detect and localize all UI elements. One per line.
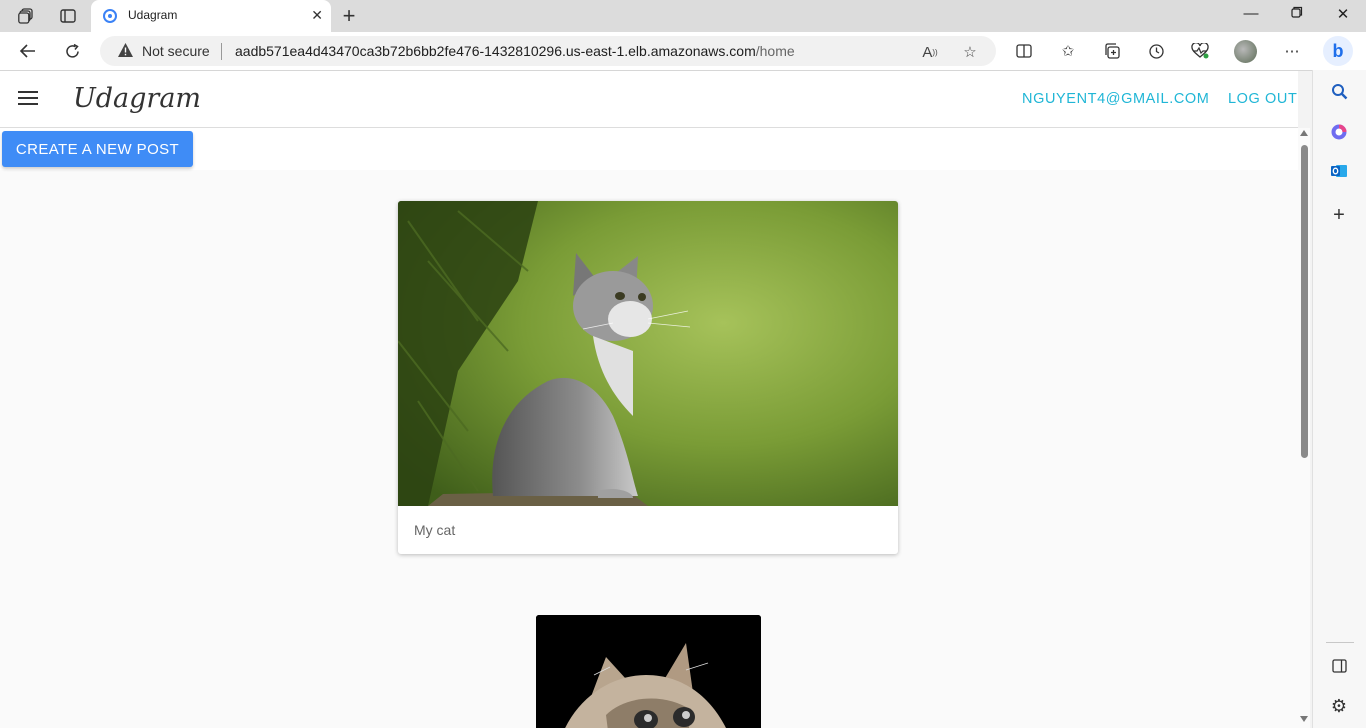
- avatar[interactable]: [1234, 40, 1257, 63]
- add-icon[interactable]: +: [1328, 204, 1350, 226]
- star-icon[interactable]: ☆: [960, 42, 980, 62]
- split-screen-icon[interactable]: [1013, 40, 1035, 62]
- post-caption: My cat: [414, 522, 456, 538]
- history-icon[interactable]: [1145, 40, 1167, 62]
- user-email-link[interactable]: NGUYENT4@GMAIL.COM: [1022, 91, 1209, 107]
- sidebar-panel-icon[interactable]: [1328, 655, 1350, 677]
- restore-icon[interactable]: [1287, 5, 1307, 22]
- udagram-favicon-icon: [103, 9, 117, 23]
- post-card: [536, 615, 761, 728]
- scroll-up-icon[interactable]: [1300, 130, 1308, 136]
- scroll-down-icon[interactable]: [1300, 716, 1308, 722]
- cat-photo[interactable]: [536, 615, 761, 728]
- menu-icon[interactable]: [18, 91, 38, 105]
- active-tab[interactable]: Udagram ✕: [91, 0, 331, 32]
- scrollbar-thumb[interactable]: [1301, 145, 1308, 458]
- outlook-icon[interactable]: [1328, 160, 1350, 182]
- heartbeat-icon[interactable]: [1189, 40, 1211, 62]
- post-card: My cat: [398, 201, 898, 554]
- settings-icon[interactable]: ⚙: [1328, 695, 1350, 717]
- favorites-icon[interactable]: ✩: [1057, 40, 1079, 62]
- security-label[interactable]: Not secure: [142, 43, 210, 59]
- back-arrow-icon[interactable]: [17, 40, 39, 62]
- more-icon[interactable]: ⋯: [1281, 40, 1303, 62]
- minimize-icon[interactable]: —: [1241, 5, 1261, 22]
- browser-toolbar: Not secure aadb571ea4d43470ca3b72b6bb2fe…: [0, 32, 1366, 71]
- bing-copilot-icon[interactable]: b: [1323, 36, 1353, 66]
- workspaces-icon[interactable]: [16, 6, 36, 26]
- tab-strip: Udagram ✕ + — ✕: [0, 0, 1366, 32]
- url-host: aadb571ea4d43470ca3b72b6bb2fe476-1432810…: [235, 43, 756, 59]
- post-toolbar: [0, 128, 1298, 170]
- app-header: Udagram NGUYENT4@GMAIL.COM LOG OUT: [0, 71, 1298, 128]
- refresh-icon[interactable]: [61, 40, 83, 62]
- logout-button[interactable]: LOG OUT: [1228, 91, 1297, 107]
- create-post-button[interactable]: CREATE A NEW POST: [2, 131, 193, 167]
- collections-icon[interactable]: [1101, 40, 1123, 62]
- cat-photo[interactable]: [398, 201, 898, 506]
- brand-logo[interactable]: Udagram: [73, 83, 201, 114]
- copilot-icon[interactable]: [1328, 121, 1350, 143]
- warning-icon[interactable]: [117, 42, 134, 63]
- read-aloud-icon[interactable]: A)): [920, 42, 940, 62]
- edge-sidebar: + ⚙: [1312, 70, 1366, 728]
- new-tab-icon[interactable]: +: [338, 3, 360, 29]
- address-divider: [221, 43, 222, 60]
- tab-actions-icon[interactable]: [58, 6, 78, 26]
- close-window-icon[interactable]: ✕: [1333, 5, 1353, 23]
- web-page: Udagram NGUYENT4@GMAIL.COM LOG OUT CREAT…: [0, 71, 1298, 728]
- close-tab-icon[interactable]: ✕: [311, 7, 323, 24]
- page-scrollbar[interactable]: [1298, 128, 1310, 728]
- tab-title: Udagram: [128, 8, 178, 22]
- sidebar-divider: [1326, 642, 1354, 643]
- address-bar[interactable]: Not secure aadb571ea4d43470ca3b72b6bb2fe…: [100, 36, 996, 66]
- url-text[interactable]: aadb571ea4d43470ca3b72b6bb2fe476-1432810…: [235, 43, 795, 59]
- search-icon[interactable]: [1328, 80, 1350, 102]
- url-path: /home: [755, 43, 795, 59]
